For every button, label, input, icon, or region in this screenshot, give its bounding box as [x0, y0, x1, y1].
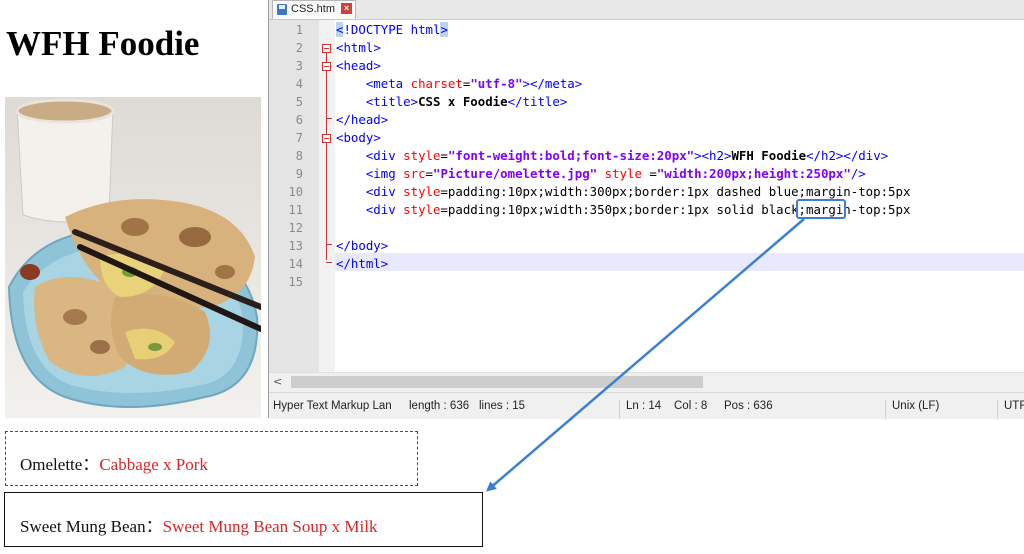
- status-pos: Pos : 636: [724, 400, 773, 412]
- status-encoding: UTF: [1004, 400, 1024, 412]
- code-line: <html>: [336, 40, 381, 55]
- fold-line: [326, 53, 327, 260]
- code-area[interactable]: 1 2 3 4 5 6 7 8 9 10 11 12 13 14 15 <!DO…: [269, 20, 1024, 372]
- omelette-box: Omelette：Cabbage x Pork: [5, 431, 418, 486]
- status-separator: [885, 400, 886, 419]
- line-number: 9: [295, 167, 303, 181]
- line-number: 1: [295, 23, 303, 37]
- scrollbar-thumb[interactable]: [291, 376, 703, 388]
- current-line-highlight: [335, 253, 1024, 271]
- line-number: 13: [288, 239, 303, 253]
- omelette-photo-image: [5, 97, 261, 418]
- fold-toggle-icon[interactable]: [322, 44, 331, 53]
- status-separator: [997, 400, 998, 419]
- status-bar: Hyper Text Markup Lan length : 636 lines…: [269, 392, 1024, 419]
- page-title: WFH Foodie: [6, 24, 200, 63]
- status-length: length : 636: [409, 400, 470, 412]
- fold-toggle-icon[interactable]: [322, 62, 331, 71]
- solid-highlight-box: [796, 199, 846, 219]
- code-line: <!DOCTYPE html>: [336, 22, 448, 37]
- code-line: <div style=padding:10px;width:300px;bord…: [365, 184, 911, 199]
- line-number: 11: [288, 203, 303, 217]
- line-number: 5: [295, 95, 303, 109]
- code-line: <head>: [336, 58, 381, 73]
- status-language: Hyper Text Markup Lan: [273, 400, 392, 412]
- omelette-photo: [5, 97, 261, 418]
- line-number: 3: [295, 59, 303, 73]
- close-icon[interactable]: ×: [341, 3, 352, 14]
- code-line: <div style="font-weight:bold;font-size:2…: [365, 148, 889, 163]
- horizontal-scrollbar[interactable]: <: [269, 372, 1024, 391]
- tab-bar: CSS.htm ×: [269, 0, 1024, 20]
- code-line: <meta charset="utf-8"></meta>: [365, 76, 583, 91]
- scroll-left-icon[interactable]: <: [273, 375, 282, 388]
- line-number: 12: [288, 221, 303, 235]
- line-number: 2: [295, 41, 303, 55]
- tab-label: CSS.htm: [291, 3, 336, 15]
- code-line: </body>: [336, 238, 389, 253]
- fold-margin: [319, 20, 335, 372]
- tab-css-htm[interactable]: CSS.htm ×: [272, 0, 356, 19]
- status-col: Col : 8: [674, 400, 708, 412]
- status-ln: Ln : 14: [626, 400, 662, 412]
- fold-toggle-icon[interactable]: [322, 134, 331, 143]
- code-line: </head>: [336, 112, 389, 127]
- line-number: 6: [295, 113, 303, 127]
- code-line: <body>: [336, 130, 381, 145]
- line-number: 10: [288, 185, 303, 199]
- code-editor-window: CSS.htm × 1 2 3 4 5 6 7 8 9 10 11 12 13 …: [268, 0, 1024, 419]
- omelette-label: Omelette：: [20, 455, 100, 474]
- line-number: 8: [295, 149, 303, 163]
- code-line: <title>CSS x Foodie</title>: [365, 94, 568, 109]
- sweet-mung-bean-value: Sweet Mung Bean Soup x Milk: [162, 517, 378, 536]
- omelette-value: Cabbage x Pork: [99, 455, 208, 474]
- sweet-mung-bean-box: Sweet Mung Bean：Sweet Mung Bean Soup x M…: [4, 492, 483, 547]
- fold-end-marker: [326, 262, 332, 263]
- code-line: </html>: [336, 256, 389, 271]
- fold-end-marker: [326, 244, 332, 245]
- code-line: <img src="Picture/omelette.jpg" style ="…: [365, 166, 866, 181]
- line-number: 15: [288, 275, 303, 289]
- sweet-mung-bean-label: Sweet Mung Bean：: [20, 517, 163, 536]
- fold-end-marker: [326, 118, 332, 119]
- status-lines: lines : 15: [479, 400, 526, 412]
- status-eol: Unix (LF): [892, 400, 940, 412]
- save-disk-icon: [277, 4, 287, 15]
- status-separator: [619, 400, 620, 419]
- line-number: 4: [295, 77, 303, 91]
- line-number: 7: [295, 131, 303, 145]
- line-number: 14: [288, 257, 303, 271]
